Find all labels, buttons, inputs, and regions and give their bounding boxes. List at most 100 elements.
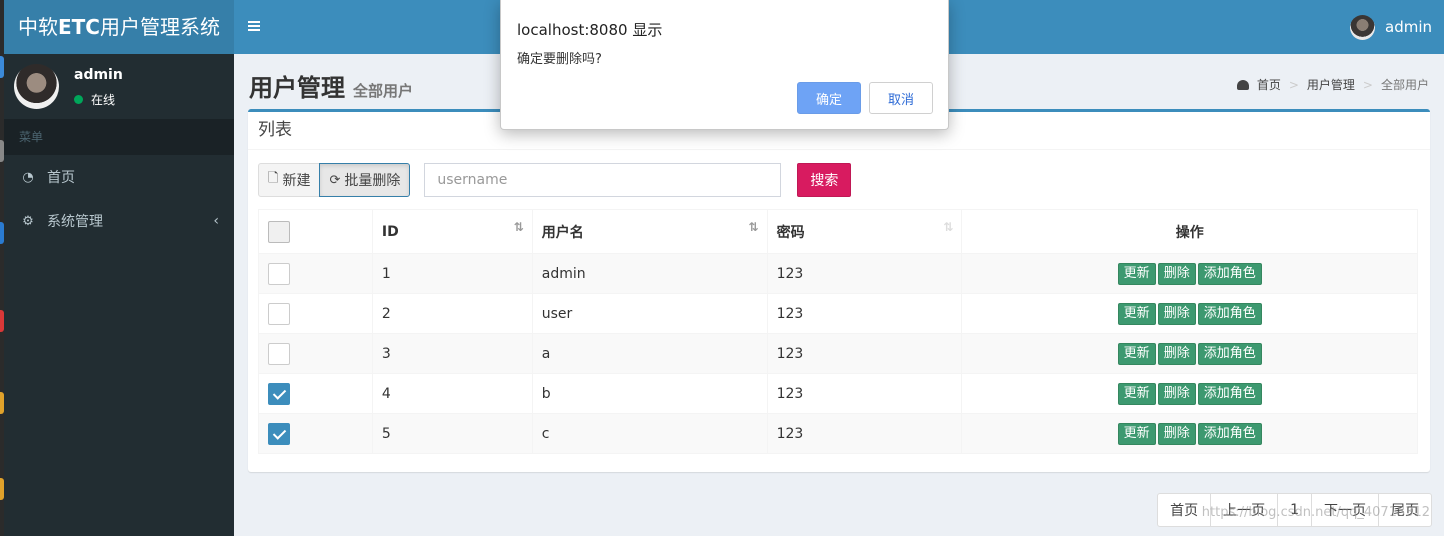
sidebar-user-name: admin <box>74 67 123 83</box>
cell-id: 3 <box>371 333 533 374</box>
row-checkbox[interactable] <box>268 382 290 405</box>
dialog-ok-button[interactable]: 确定 <box>797 82 861 114</box>
add-role-button[interactable]: 添加角色 <box>1197 262 1262 285</box>
row-select-cell <box>258 293 373 334</box>
page-number-button[interactable]: 1 <box>1277 493 1312 527</box>
cell-username: user <box>531 293 768 334</box>
table-row: 5 c 123 更新 删除 添加角色 <box>258 413 1418 454</box>
breadcrumb-current: 全部用户 <box>1380 78 1429 92</box>
column-header-password[interactable]: 密码 ⇅ <box>766 209 963 254</box>
sidebar-item-home[interactable]: ◔ 首页 <box>4 155 234 199</box>
search-button[interactable]: 搜索 <box>797 163 852 197</box>
dashboard-icon <box>1236 79 1249 90</box>
cell-password: 123 <box>766 413 963 454</box>
page-title: 用户管理 全部用户 <box>249 68 413 103</box>
menu-header: 菜单 <box>4 119 234 155</box>
cell-id: 4 <box>371 373 533 414</box>
delete-button[interactable]: 删除 <box>1157 302 1196 325</box>
page-next-button[interactable]: 下一页 <box>1311 493 1379 527</box>
pagination: 首页 上一页 1 下一页 尾页 <box>1157 493 1432 527</box>
table-row: 3 a 123 更新 删除 添加角色 <box>258 333 1418 374</box>
update-button[interactable]: 更新 <box>1117 422 1156 445</box>
update-button[interactable]: 更新 <box>1117 302 1156 325</box>
add-role-button[interactable]: 添加角色 <box>1197 342 1262 365</box>
breadcrumb-home[interactable]: 首页 <box>1257 76 1281 93</box>
dashboard-icon: ◔ <box>22 169 34 185</box>
column-label: 密码 <box>776 224 805 241</box>
cell-actions: 更新 删除 添加角色 <box>961 253 1418 294</box>
dialog-cancel-button[interactable]: 取消 <box>869 82 933 114</box>
add-role-button[interactable]: 添加角色 <box>1197 422 1262 445</box>
sidebar: admin 在线 菜单 ◔ 首页 ⚙ 系统管理 ‹ <box>4 54 234 536</box>
sidebar-item-label: 系统管理 <box>47 214 103 230</box>
cell-password: 123 <box>766 253 963 294</box>
row-select-cell <box>258 413 373 454</box>
column-label: 用户名 <box>541 224 584 241</box>
avatar <box>1350 14 1375 40</box>
refresh-icon: ⟳ <box>329 172 341 188</box>
cell-username: admin <box>531 253 768 294</box>
select-all-cell <box>258 209 373 254</box>
delete-button[interactable]: 删除 <box>1157 342 1196 365</box>
add-role-button[interactable]: 添加角色 <box>1197 382 1262 405</box>
cell-password: 123 <box>766 293 963 334</box>
cell-username: b <box>531 373 768 414</box>
page-last-button[interactable]: 尾页 <box>1378 493 1432 527</box>
batch-delete-button[interactable]: ⟳ 批量删除 <box>319 163 411 197</box>
delete-button[interactable]: 删除 <box>1157 382 1196 405</box>
cell-id: 5 <box>371 413 533 454</box>
dialog-title: localhost:8080 显示 <box>517 21 663 39</box>
confirm-dialog: localhost:8080 显示 确定要删除吗? 确定 取消 <box>500 0 949 130</box>
user-menu[interactable]: admin <box>1350 0 1432 54</box>
logo-text-bold: ETC <box>58 15 100 39</box>
status-text: 在线 <box>91 93 116 107</box>
select-all-checkbox[interactable] <box>268 220 290 243</box>
row-checkbox[interactable] <box>268 262 290 285</box>
update-button[interactable]: 更新 <box>1117 382 1156 405</box>
row-checkbox[interactable] <box>268 422 290 445</box>
page-first-button[interactable]: 首页 <box>1157 493 1212 527</box>
row-select-cell <box>258 253 373 294</box>
cell-actions: 更新 删除 添加角色 <box>961 293 1418 334</box>
search-input[interactable] <box>424 163 782 197</box>
breadcrumb-separator: > <box>1288 77 1299 92</box>
sidebar-toggle-icon[interactable] <box>246 14 264 40</box>
page-prev-button[interactable]: 上一页 <box>1210 493 1279 527</box>
chevron-left-icon: ‹ <box>213 213 219 229</box>
cogs-icon: ⚙ <box>22 213 34 229</box>
list-box: 列表 🗋 新建 ⟳ 批量删除 搜索 ID⇅ 用户名⇅ 密码⇅ <box>248 109 1430 472</box>
add-role-button[interactable]: 添加角色 <box>1197 302 1262 325</box>
sidebar-item-system-management[interactable]: ⚙ 系统管理 ‹ <box>4 199 234 243</box>
batch-delete-label: 批量删除 <box>344 173 401 189</box>
breadcrumb-user-management[interactable]: 用户管理 <box>1307 76 1355 93</box>
online-status: 在线 <box>74 91 115 108</box>
column-header-username[interactable]: 用户名 ⇅ <box>531 209 768 254</box>
sort-icon: ⇅ <box>943 220 954 234</box>
row-select-cell <box>258 373 373 414</box>
update-button[interactable]: 更新 <box>1117 342 1156 365</box>
cell-password: 123 <box>766 333 963 374</box>
table-row: 1 admin 123 更新 删除 添加角色 <box>258 253 1418 294</box>
sidebar-item-label: 首页 <box>47 170 75 186</box>
delete-button[interactable]: 删除 <box>1157 262 1196 285</box>
app-logo[interactable]: 中软ETC用户管理系统 <box>4 0 234 54</box>
file-icon: 🗋 <box>268 171 279 186</box>
row-checkbox[interactable] <box>268 342 290 365</box>
toolbar: 🗋 新建 ⟳ 批量删除 搜索 <box>258 162 852 198</box>
user-panel: admin 在线 <box>4 54 234 119</box>
new-button[interactable]: 🗋 新建 <box>258 163 321 197</box>
column-header-id[interactable]: ID ⇅ <box>371 209 533 254</box>
dialog-message: 确定要删除吗? <box>517 52 602 67</box>
row-checkbox[interactable] <box>268 302 290 325</box>
breadcrumb: 首页 > 用户管理 > 全部用户 <box>1236 76 1429 93</box>
logo-text-post: 用户管理系统 <box>99 15 220 39</box>
user-avatar <box>14 64 59 109</box>
new-button-label: 新建 <box>282 173 311 189</box>
row-select-cell <box>258 333 373 374</box>
online-dot-icon <box>74 95 83 104</box>
cell-actions: 更新 删除 添加角色 <box>961 333 1418 374</box>
header-user-name: admin <box>1385 18 1432 36</box>
delete-button[interactable]: 删除 <box>1157 422 1196 445</box>
update-button[interactable]: 更新 <box>1117 262 1156 285</box>
cell-id: 2 <box>371 293 533 334</box>
